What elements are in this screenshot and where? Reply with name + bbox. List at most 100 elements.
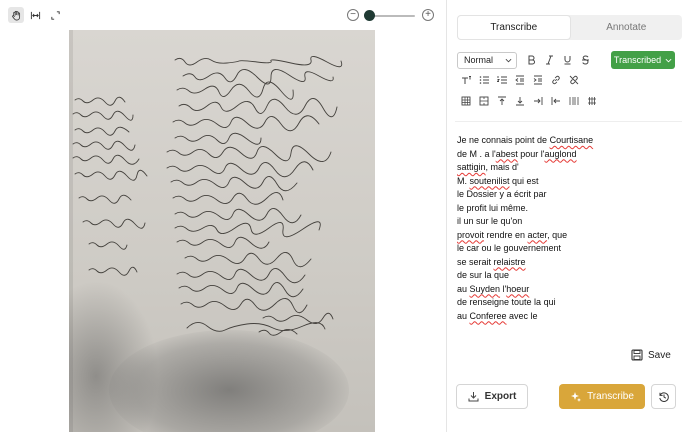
- spelling-flag: Courtisane: [549, 135, 594, 145]
- app-window: − + Transcribe Annotate Normal Transcrib…: [0, 0, 690, 432]
- column-after-icon: [534, 97, 543, 105]
- spelling-flag: auglond: [544, 148, 577, 159]
- spelling-flag: Suyden: [469, 283, 501, 294]
- floppy-disk-icon: [631, 349, 643, 361]
- add-column-before-button[interactable]: [547, 92, 565, 110]
- hand-icon: [11, 10, 20, 20]
- transcription-line: au Suyden l'hoeur: [457, 283, 530, 294]
- block-style-value: Normal: [464, 55, 494, 65]
- fullscreen-button[interactable]: [47, 7, 63, 23]
- spelling-flag: acter: [527, 229, 548, 240]
- delete-table-icon: [588, 97, 596, 105]
- zoom-in-button[interactable]: +: [422, 9, 434, 21]
- superscript-icon: [461, 76, 471, 84]
- outdent-button[interactable]: [511, 71, 529, 89]
- delete-column-button[interactable]: [565, 92, 583, 110]
- history-button[interactable]: [651, 384, 676, 409]
- export-button[interactable]: Export: [456, 384, 528, 409]
- zoom-slider-handle[interactable]: [364, 10, 375, 21]
- transcription-line: provoit rendre en acter, que: [457, 229, 568, 240]
- fit-width-button[interactable]: [27, 7, 43, 23]
- superscript-button[interactable]: [457, 71, 475, 89]
- merge-cells-icon: [479, 96, 489, 106]
- transcription-line: sattigin, mais d': [457, 162, 519, 172]
- transcription-line: le profit lui même.: [457, 202, 529, 213]
- transcription-line: au Conferee avec le: [457, 310, 538, 321]
- transcription-panel: Transcribe Annotate Normal Transcribed J…: [447, 0, 690, 432]
- fit-width-icon: [30, 11, 40, 19]
- row-below-icon: [516, 97, 524, 106]
- link-button[interactable]: [547, 71, 565, 89]
- fullscreen-icon: [50, 10, 60, 20]
- underline-button[interactable]: [558, 51, 576, 69]
- transcription-line: de sur la que: [457, 270, 510, 280]
- column-before-icon: [551, 97, 560, 105]
- unlink-icon: [569, 75, 579, 85]
- bold-button[interactable]: [522, 51, 540, 69]
- hand-tool-button[interactable]: [8, 7, 24, 23]
- transcription-line: le Dossier y a écrit par: [457, 189, 547, 199]
- add-row-below-button[interactable]: [511, 92, 529, 110]
- unlink-button[interactable]: [565, 71, 583, 89]
- bullet-list-icon: [479, 76, 489, 84]
- italic-icon: [545, 55, 553, 65]
- transcription-line: de renseigne toute la qui: [457, 297, 556, 307]
- strikethrough-icon: [581, 55, 589, 65]
- status-label: Transcribed: [613, 55, 662, 65]
- transcription-line: Je ne connais point de Courtisane: [457, 135, 594, 145]
- chevron-down-icon: [505, 58, 512, 62]
- delete-column-icon: [569, 97, 579, 105]
- chevron-down-icon: [665, 58, 672, 62]
- spelling-flag: hoeur: [506, 283, 530, 294]
- spelling-flag: Conferee: [469, 310, 507, 321]
- zoom-out-button[interactable]: −: [347, 9, 359, 21]
- link-icon: [552, 75, 560, 85]
- save-button[interactable]: Save: [631, 347, 671, 363]
- format-toolbar-row-3: [457, 92, 601, 110]
- spelling-flag: provoit: [457, 229, 485, 240]
- add-row-above-button[interactable]: [493, 92, 511, 110]
- history-icon: [658, 391, 669, 402]
- spelling-flag: abest: [495, 148, 518, 159]
- delete-table-button[interactable]: [583, 92, 601, 110]
- italic-button[interactable]: [540, 51, 558, 69]
- format-toolbar-row-1: Normal: [457, 51, 594, 69]
- block-style-select[interactable]: Normal: [457, 51, 517, 69]
- save-label: Save: [648, 349, 671, 361]
- transcription-line: il un sur le qu'on: [457, 216, 523, 226]
- insert-table-button[interactable]: [457, 92, 475, 110]
- download-icon: [468, 392, 479, 402]
- tab-transcribe[interactable]: Transcribe: [457, 15, 571, 40]
- mode-tabs: Transcribe Annotate: [457, 15, 682, 40]
- spelling-flag: relaistre: [493, 256, 526, 267]
- transcription-status-button[interactable]: Transcribed: [611, 51, 675, 69]
- transcription-editor[interactable]: Je ne connais point de Courtisane de M .…: [457, 134, 682, 323]
- manuscript-image[interactable]: [69, 30, 375, 432]
- merge-cells-button[interactable]: [475, 92, 493, 110]
- export-label: Export: [484, 391, 517, 402]
- format-toolbar-row-2: [457, 71, 583, 89]
- row-above-icon: [498, 96, 506, 105]
- indent-icon: [533, 75, 542, 85]
- bold-icon: [528, 55, 535, 65]
- tab-annotate[interactable]: Annotate: [571, 15, 683, 40]
- image-viewer: − +: [0, 0, 446, 432]
- add-column-after-button[interactable]: [529, 92, 547, 110]
- toolbar-separator: [455, 121, 682, 122]
- underline-icon: [564, 56, 570, 65]
- transcription-line: le car ou le gouvernement: [457, 243, 562, 253]
- outdent-icon: [515, 75, 524, 85]
- transcribe-button[interactable]: Transcribe: [559, 384, 645, 409]
- spelling-flag: soutenilist: [469, 175, 510, 186]
- strikethrough-button[interactable]: [576, 51, 594, 69]
- indent-button[interactable]: [529, 71, 547, 89]
- spelling-flag: sattigin: [457, 162, 486, 172]
- numbered-list-icon: [497, 76, 507, 84]
- transcription-line: se serait relaistre: [457, 256, 526, 267]
- sparkle-icon: [571, 392, 582, 402]
- transcription-line: M. soutenilist qui est: [457, 175, 539, 186]
- bullet-list-button[interactable]: [475, 71, 493, 89]
- transcribe-label: Transcribe: [587, 391, 634, 402]
- numbered-list-button[interactable]: [493, 71, 511, 89]
- transcription-line: de M . a l'abest pour l'auglond: [457, 148, 577, 159]
